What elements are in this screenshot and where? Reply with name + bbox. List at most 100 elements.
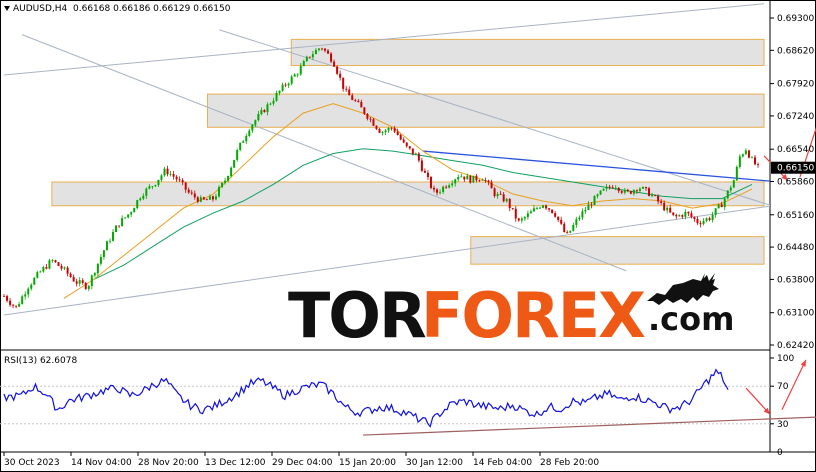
triangle-down-icon[interactable] [4, 6, 10, 11]
candle-body [554, 213, 557, 217]
candle-body [417, 153, 420, 161]
price-tick-label: 0.67240 [777, 112, 814, 122]
candle-body [381, 132, 384, 133]
time-tick-label: 13 Dec 12:00 [205, 458, 266, 468]
rsi-tick-label: 30 [777, 420, 789, 430]
candle-body [732, 180, 735, 188]
candle-body [387, 127, 390, 131]
candle-body [569, 230, 572, 233]
candle-body [442, 186, 445, 192]
candle-body [375, 125, 378, 130]
candle-body [357, 100, 360, 103]
candle-body [720, 204, 723, 208]
candle-body [511, 208, 514, 209]
candle-body [651, 195, 654, 196]
candle-body [617, 187, 620, 192]
candle-body [278, 90, 281, 94]
candle-body [757, 164, 760, 166]
candle-body [414, 153, 417, 155]
candle-body [9, 300, 12, 305]
candle-body [563, 223, 566, 233]
candle-body [27, 288, 30, 295]
candle-body [90, 275, 93, 287]
candle-body [366, 113, 369, 119]
price-chart[interactable]: 0.69300 0.68620 0.67920 0.67240 0.66540 0.658… [0, 0, 816, 472]
candle-body [105, 241, 108, 251]
candle-body [163, 168, 166, 176]
candle-body [378, 129, 381, 133]
candle-body [199, 197, 202, 202]
candle-body [124, 217, 127, 219]
candle-body [184, 182, 187, 190]
candle-body [36, 272, 39, 278]
candle-body [208, 196, 211, 200]
candle-body [663, 202, 666, 211]
candle-body [502, 194, 505, 202]
candle-body [436, 189, 439, 193]
candle-body [230, 167, 233, 177]
candle-body [445, 186, 448, 188]
candle-body [81, 280, 84, 283]
candle-body [281, 84, 284, 91]
candle-body [693, 216, 696, 219]
chart-frame [0, 0, 816, 472]
candle-body [351, 95, 354, 101]
candle-body [654, 195, 657, 196]
candle-body [39, 271, 42, 273]
candle-body [154, 184, 157, 187]
price-tick-label: 0.65860 [777, 178, 814, 188]
candle-body [587, 204, 590, 211]
candle-body [102, 250, 105, 257]
candle-body [526, 213, 529, 218]
rsi-header: RSI(13) 62.6078 [4, 356, 78, 366]
candle-body [360, 102, 363, 108]
candle-body [342, 77, 345, 89]
candle-body [687, 211, 690, 214]
price-tick-label: 0.66540 [777, 145, 814, 155]
candle-body [269, 103, 272, 105]
candle-body [45, 267, 48, 269]
candle-body [293, 74, 296, 77]
candle-body [514, 208, 517, 219]
bull-icon [647, 273, 719, 305]
candle-body [87, 286, 90, 289]
candle-body [333, 61, 336, 67]
candle-body [299, 66, 302, 75]
candle-body [160, 175, 163, 180]
time-tick-label: 30 Oct 2023 [4, 458, 60, 468]
candle-body [735, 166, 738, 181]
candle-body [608, 186, 611, 188]
candle-body [78, 280, 81, 284]
candle-body [172, 174, 175, 177]
candle-body [584, 210, 587, 212]
candle-body [405, 142, 408, 147]
candle-body [115, 225, 118, 233]
candle-body [148, 186, 151, 189]
candle-body [63, 267, 66, 269]
candle-body [308, 56, 311, 58]
candle-body [314, 49, 317, 55]
candle-body [42, 267, 45, 272]
candle-body [711, 214, 714, 221]
candle-body [275, 93, 278, 101]
candle-body [690, 213, 693, 217]
candle-body [635, 190, 638, 191]
candle-body [369, 118, 372, 120]
candle-body [702, 220, 705, 225]
candle-body [426, 172, 429, 178]
candle-body [399, 135, 402, 140]
candle-body [466, 175, 469, 180]
candle-body [472, 175, 475, 183]
time-tick-label: 15 Jan 20:00 [339, 458, 396, 468]
candle-body [684, 211, 687, 217]
time-tick-label: 14 Nov 04:00 [71, 458, 132, 468]
candle-body [169, 174, 172, 175]
candle-body [327, 50, 330, 54]
candle-body [72, 276, 75, 282]
candle-body [593, 196, 596, 206]
candle-body [532, 208, 535, 212]
candle-body [729, 187, 732, 191]
candle-body [542, 205, 545, 208]
torforex-logo: TOR FOREX .com [288, 273, 748, 353]
candle-body [205, 199, 208, 201]
